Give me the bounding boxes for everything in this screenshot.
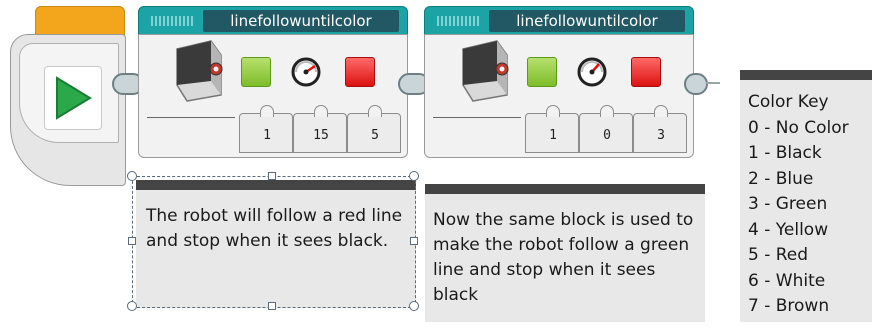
resize-handle[interactable]	[268, 172, 276, 180]
selection-outline	[132, 176, 416, 308]
corner-handle[interactable]	[127, 171, 137, 181]
color-key-comment[interactable]: Color Key 0 - No Color 1 - Black 2 - Blu…	[740, 70, 872, 322]
play-button[interactable]	[44, 66, 102, 130]
block-title: linefollowuntilcolor	[489, 10, 685, 32]
resize-handle[interactable]	[128, 237, 136, 245]
param-tab[interactable]: 1	[239, 105, 293, 153]
color-key-item: 2 - Blue	[748, 168, 814, 189]
drag-grip-icon[interactable]	[151, 16, 195, 26]
color-sensor-icon[interactable]	[171, 39, 227, 103]
corner-handle[interactable]	[127, 301, 137, 311]
resize-handle[interactable]	[410, 237, 418, 245]
param-value[interactable]: 5	[350, 124, 400, 148]
corner-handle[interactable]	[409, 171, 419, 181]
block-body: 1 15 5	[138, 34, 408, 158]
block-title: linefollowuntilcolor	[203, 10, 399, 32]
red-color-icon[interactable]	[631, 57, 661, 87]
red-color-icon[interactable]	[345, 57, 375, 87]
block-divider	[433, 117, 521, 118]
comment-box-2[interactable]: Now the same block is used to make the r…	[425, 184, 705, 322]
param-value[interactable]: 15	[296, 124, 346, 148]
block-divider	[147, 117, 235, 118]
param-tab[interactable]: 1	[525, 105, 579, 153]
speed-gauge-icon[interactable]	[575, 55, 609, 87]
green-color-icon[interactable]	[241, 57, 271, 87]
block-parameters: 1 15 5	[239, 105, 401, 153]
speed-gauge-icon[interactable]	[289, 55, 323, 87]
green-color-icon[interactable]	[527, 57, 557, 87]
drag-grip-icon[interactable]	[437, 16, 481, 26]
start-block-inner	[19, 43, 119, 143]
corner-handle[interactable]	[409, 301, 419, 311]
linefollow-block-2[interactable]: linefollowuntilcolor 1 0 3	[424, 6, 694, 158]
block-body: 1 0 3	[424, 34, 694, 158]
start-block-body	[10, 34, 126, 186]
block-parameters: 1 0 3	[525, 105, 687, 153]
block-header[interactable]: linefollowuntilcolor	[424, 6, 694, 36]
param-value[interactable]: 1	[242, 124, 292, 148]
comment-title-bar[interactable]	[740, 70, 872, 80]
color-key-item: 1 - Black	[748, 143, 822, 163]
param-value[interactable]: 1	[528, 124, 578, 148]
resize-handle[interactable]	[268, 302, 276, 310]
color-key-item: 3 - Green	[748, 194, 828, 214]
sequence-wire	[706, 82, 720, 84]
color-key-title: Color Key	[748, 92, 829, 112]
param-value[interactable]: 0	[582, 124, 632, 148]
param-value[interactable]: 3	[636, 124, 686, 148]
comment-text[interactable]: Now the same block is used to make the r…	[425, 194, 705, 314]
color-sensor-icon[interactable]	[457, 39, 513, 103]
param-tab[interactable]: 0	[579, 105, 633, 153]
block-header[interactable]: linefollowuntilcolor	[138, 6, 408, 36]
sequence-wire-end[interactable]	[684, 73, 708, 95]
comment-title-bar[interactable]	[425, 184, 705, 194]
param-tab[interactable]: 5	[347, 105, 401, 153]
linefollow-block-1[interactable]: linefollowuntilcolor 1 15 5	[138, 6, 408, 158]
start-block[interactable]	[10, 6, 126, 186]
param-tab[interactable]: 3	[633, 105, 687, 153]
color-key-item: 7 - Brown	[748, 296, 830, 316]
param-tab[interactable]: 15	[293, 105, 347, 153]
color-key-list: Color Key 0 - No Color 1 - Black 2 - Blu…	[740, 80, 872, 330]
color-key-item: 5 - Red	[748, 245, 809, 265]
play-icon	[56, 76, 92, 120]
color-key-item: 6 - White	[748, 270, 826, 291]
color-key-item: 0 - No Color	[748, 117, 849, 138]
color-key-item: 4 - Yellow	[748, 219, 829, 240]
